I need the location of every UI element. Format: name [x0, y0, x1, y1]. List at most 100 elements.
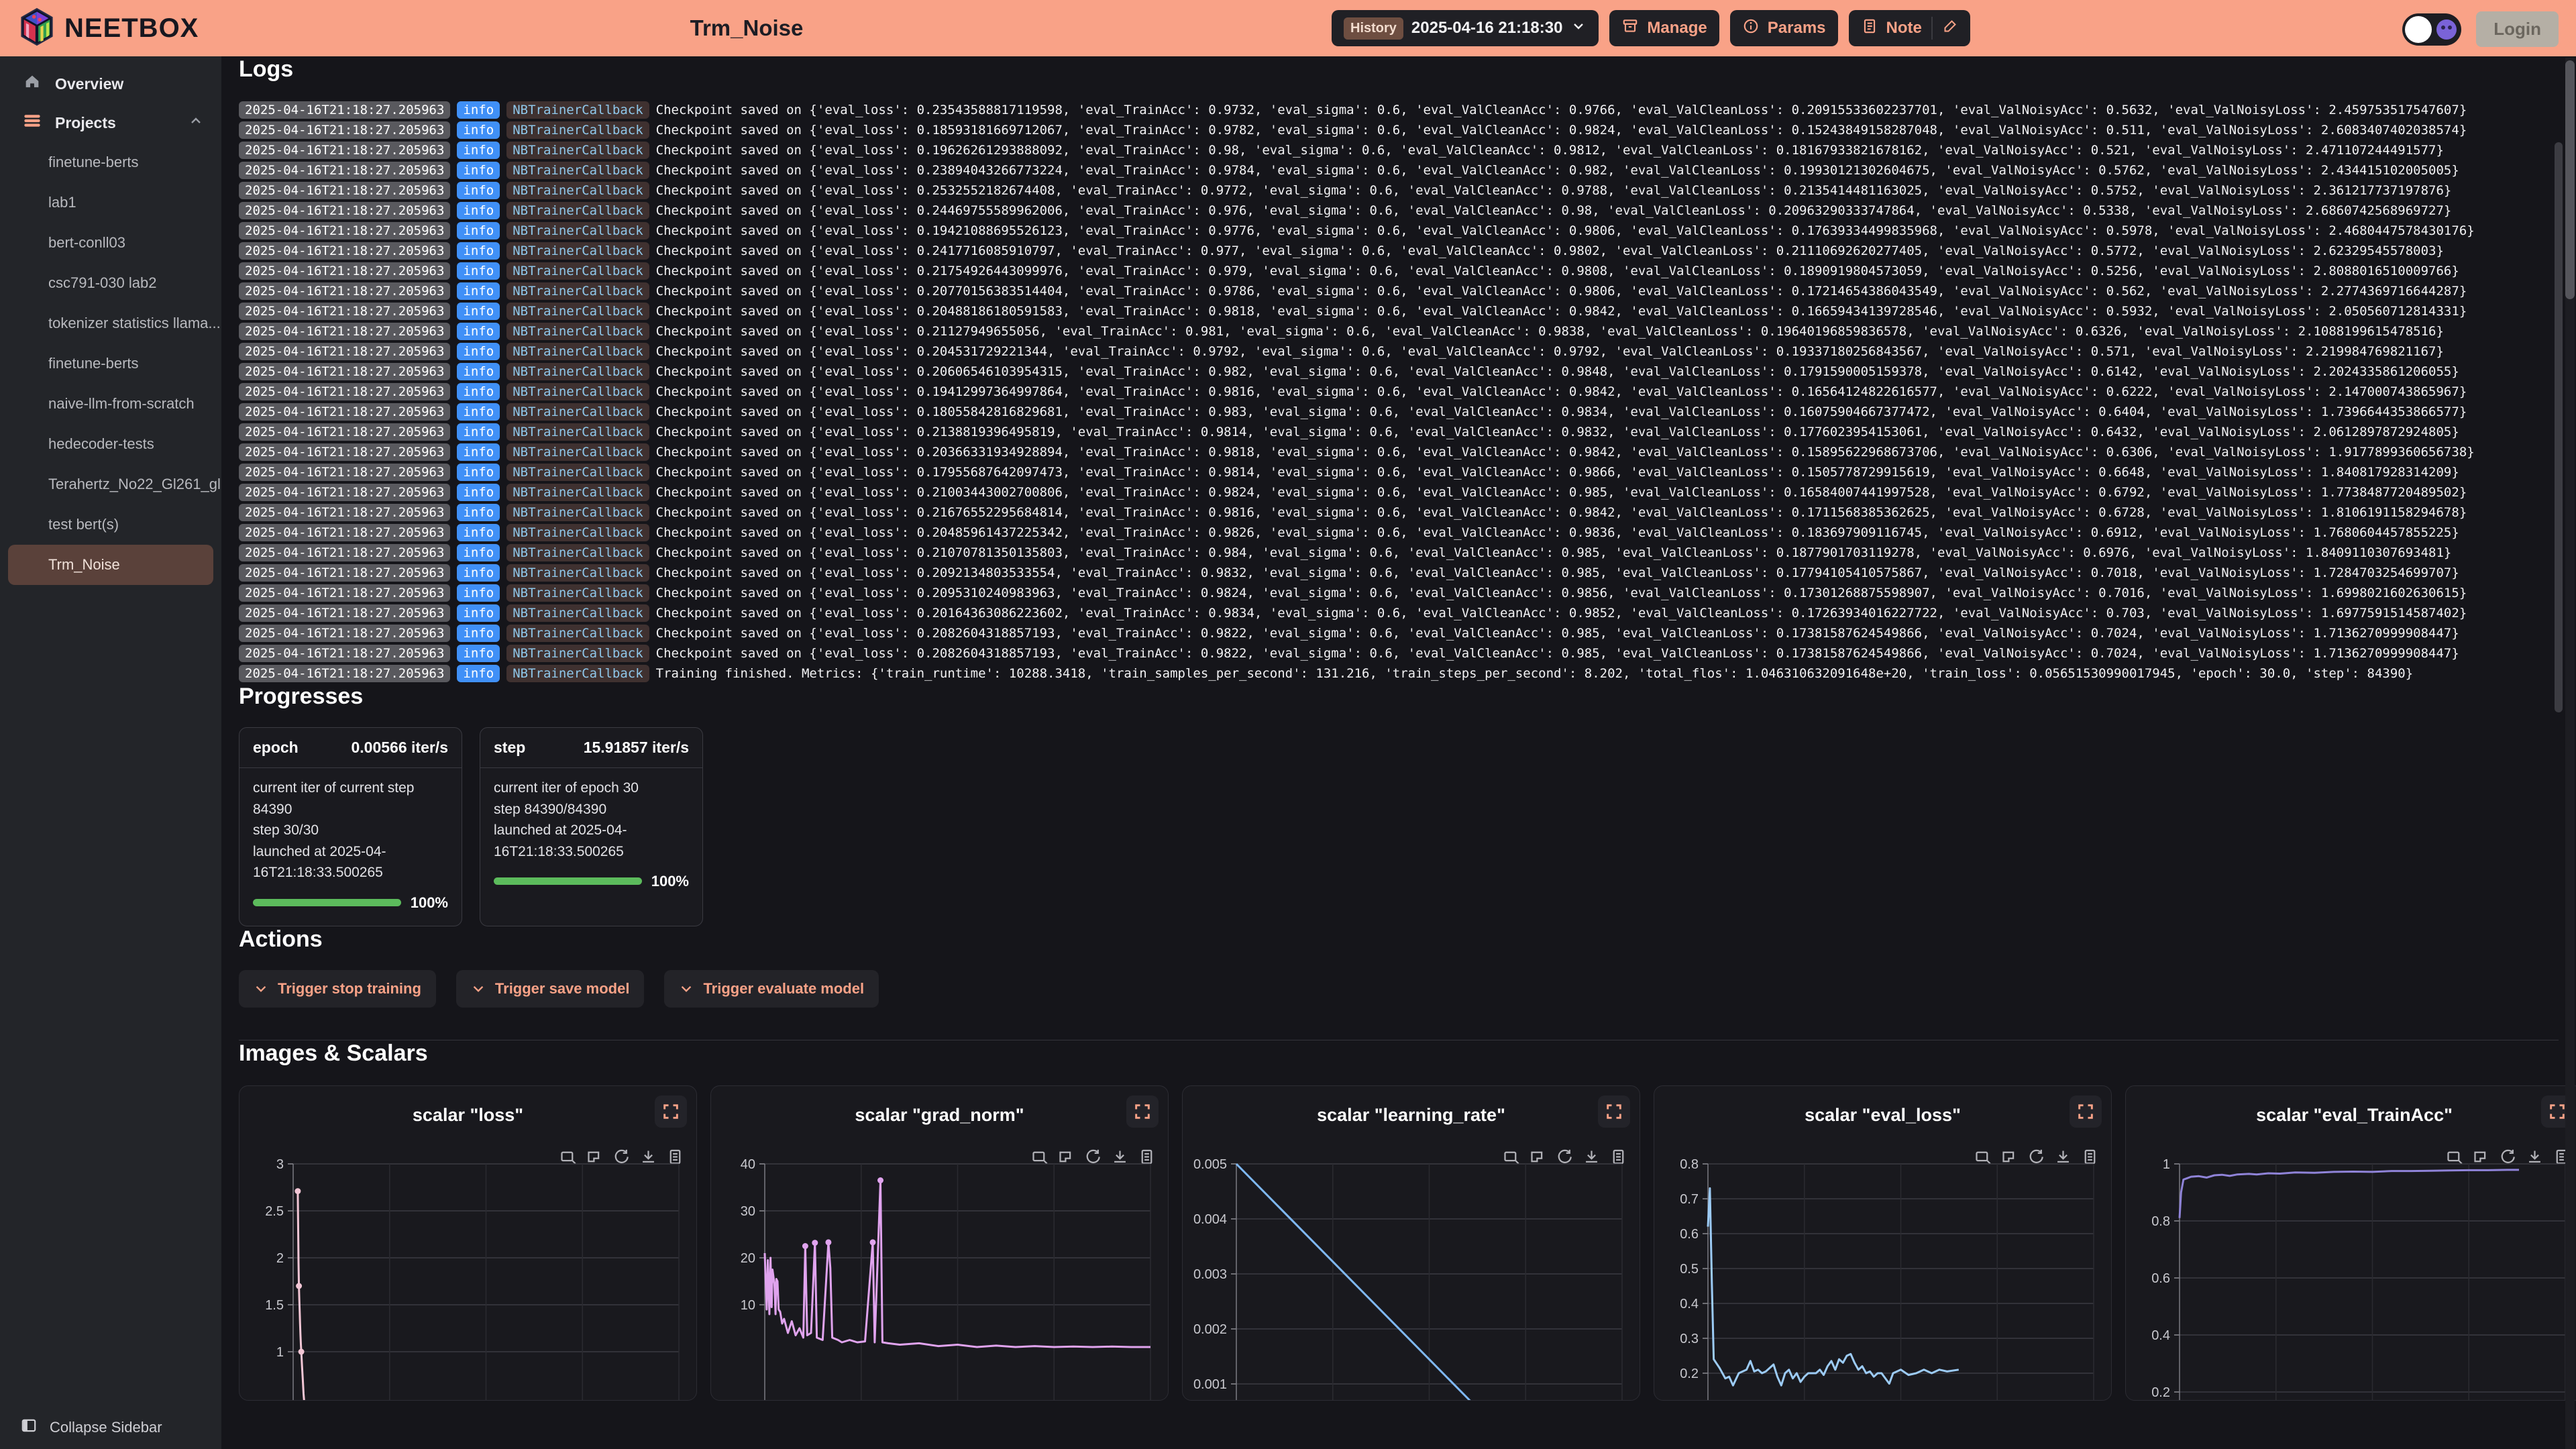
log-level-badge: info: [457, 484, 500, 501]
sidebar-project-item[interactable]: csc791-030 lab2: [0, 263, 221, 303]
log-source-badge: NBTrainerCallback: [506, 625, 649, 642]
chart-plot[interactable]: 10.80.60.40.2: [2126, 1157, 2576, 1401]
expand-chart-button[interactable]: [2070, 1095, 2102, 1128]
log-row: 2025-04-16T21:18:27.205963 info NBTraine…: [239, 180, 2559, 201]
expand-chart-button[interactable]: [1126, 1095, 1159, 1128]
log-level-badge: info: [457, 383, 500, 400]
svg-text:0.002: 0.002: [1193, 1322, 1227, 1337]
log-source-badge: NBTrainerCallback: [506, 544, 649, 561]
log-row: 2025-04-16T21:18:27.205963 info NBTraine…: [239, 301, 2559, 321]
log-source-badge: NBTrainerCallback: [506, 665, 649, 682]
progress-card-epoch: epoch 0.00566 iter/s current iter of cur…: [239, 727, 462, 926]
log-message: Checkpoint saved on {'eval_loss': 0.2389…: [656, 163, 2459, 178]
log-row: 2025-04-16T21:18:27.205963 info NBTraine…: [239, 563, 2559, 583]
chevron-up-icon[interactable]: [188, 113, 204, 133]
project-list: finetune-bertslab1bert-conll03csc791-030…: [0, 142, 221, 585]
manage-button[interactable]: Manage: [1609, 10, 1719, 46]
log-timestamp-badge: 2025-04-16T21:18:27.205963: [239, 343, 450, 360]
trigger-evaluate-model-button[interactable]: Trigger evaluate model: [664, 970, 879, 1008]
log-row: 2025-04-16T21:18:27.205963 info NBTraine…: [239, 321, 2559, 341]
sidebar-project-item[interactable]: finetune-berts: [0, 343, 221, 384]
log-level-badge: info: [457, 564, 500, 582]
log-level-badge: info: [457, 202, 500, 219]
log-timestamp-badge: 2025-04-16T21:18:27.205963: [239, 665, 450, 682]
log-level-badge: info: [457, 282, 500, 300]
sidebar-project-item[interactable]: naive-llm-from-scratch: [0, 384, 221, 424]
log-message: Checkpoint saved on {'eval_loss': 0.2100…: [656, 485, 2467, 500]
chevron-down-icon: [679, 981, 694, 996]
sidebar-project-item[interactable]: Trm_Noise: [8, 545, 213, 585]
log-row: 2025-04-16T21:18:27.205963 info NBTraine…: [239, 603, 2559, 623]
log-message: Checkpoint saved on {'eval_loss': 0.2048…: [656, 304, 2467, 319]
svg-text:0.6: 0.6: [2151, 1271, 2170, 1286]
sidebar-item-overview[interactable]: Overview: [0, 64, 221, 103]
log-message: Checkpoint saved on {'eval_loss': 0.2417…: [656, 244, 2444, 258]
log-level-badge: info: [457, 544, 500, 561]
log-row: 2025-04-16T21:18:27.205963 info NBTraine…: [239, 422, 2559, 442]
sidebar-project-item[interactable]: finetune-berts: [0, 142, 221, 182]
log-timestamp-badge: 2025-04-16T21:18:27.205963: [239, 142, 450, 159]
chart-plot[interactable]: 40302010: [711, 1157, 1169, 1401]
expand-chart-button[interactable]: [1598, 1095, 1630, 1128]
note-label: Note: [1886, 19, 1922, 38]
chart-plot[interactable]: 0.80.70.60.50.40.30.2: [1654, 1157, 2112, 1401]
sidebar-project-item[interactable]: Terahertz_No22_Gl261_gl...: [0, 464, 221, 504]
scalar-chart-card-grad_norm: scalar "grad_norm" 40302010: [710, 1085, 1169, 1401]
svg-text:0.4: 0.4: [2151, 1328, 2170, 1343]
info-circle-icon: [1742, 17, 1760, 40]
log-level-badge: info: [457, 443, 500, 461]
login-button[interactable]: Login: [2476, 11, 2559, 47]
fullscreen-icon: [2548, 1102, 2567, 1121]
sidebar-project-item[interactable]: test bert(s): [0, 504, 221, 545]
sidebar-project-item[interactable]: hedecoder-tests: [0, 424, 221, 464]
sidebar-project-item[interactable]: tokenizer statistics llama...: [0, 303, 221, 343]
log-row: 2025-04-16T21:18:27.205963 info NBTraine…: [239, 482, 2559, 502]
logo[interactable]: NEETBOX: [19, 7, 199, 50]
page-scrollbar-thumb[interactable]: [2565, 60, 2575, 299]
trigger-stop-training-button[interactable]: Trigger stop training: [239, 970, 436, 1008]
chart-plot[interactable]: 0.0050.0040.0030.0020.001: [1183, 1157, 1640, 1401]
log-list[interactable]: 2025-04-16T21:18:27.205963 info NBTraine…: [239, 100, 2559, 684]
log-row: 2025-04-16T21:18:27.205963 info NBTraine…: [239, 623, 2559, 643]
progress-desc: step 84390/84390: [494, 799, 689, 820]
log-level-badge: info: [457, 262, 500, 280]
log-message: Checkpoint saved on {'eval_loss': 0.1859…: [656, 123, 2467, 138]
log-timestamp-badge: 2025-04-16T21:18:27.205963: [239, 262, 450, 280]
progress-name: step: [494, 739, 525, 757]
chart-plot[interactable]: 32.521.51: [239, 1157, 697, 1401]
divider: [1931, 17, 1933, 40]
sidebar-project-item[interactable]: lab1: [0, 182, 221, 223]
chart-title: scalar "eval_loss": [1654, 1105, 2111, 1126]
log-row: 2025-04-16T21:18:27.205963 info NBTraine…: [239, 100, 2559, 120]
logs-scrollbar-thumb[interactable]: [2555, 142, 2563, 712]
expand-chart-button[interactable]: [655, 1095, 687, 1128]
sidebar-item-projects[interactable]: Projects: [0, 103, 221, 142]
log-source-badge: NBTrainerCallback: [506, 423, 649, 441]
theme-toggle[interactable]: [2402, 13, 2461, 46]
log-source-badge: NBTrainerCallback: [506, 222, 649, 239]
log-timestamp-badge: 2025-04-16T21:18:27.205963: [239, 625, 450, 642]
action-button-label: Trigger evaluate model: [703, 980, 864, 998]
log-level-badge: info: [457, 343, 500, 360]
log-row: 2025-04-16T21:18:27.205963 info NBTraine…: [239, 583, 2559, 603]
scalar-chart-card-eval_loss: scalar "eval_loss" 0.80.70.60.50.40.30.2: [1654, 1085, 2112, 1401]
svg-text:0.8: 0.8: [2151, 1214, 2170, 1229]
trigger-save-model-button[interactable]: Trigger save model: [456, 970, 645, 1008]
log-timestamp-badge: 2025-04-16T21:18:27.205963: [239, 423, 450, 441]
collapse-sidebar-button[interactable]: Collapse Sidebar: [20, 1417, 162, 1438]
svg-text:0.2: 0.2: [1680, 1366, 1699, 1381]
sidebar-project-item[interactable]: bert-conll03: [0, 223, 221, 263]
log-level-badge: info: [457, 363, 500, 380]
log-timestamp-badge: 2025-04-16T21:18:27.205963: [239, 604, 450, 622]
edit-pencil-icon[interactable]: [1942, 18, 1958, 39]
log-message: Checkpoint saved on {'eval_loss': 0.1805…: [656, 405, 2467, 419]
log-source-badge: NBTrainerCallback: [506, 162, 649, 179]
note-button-group[interactable]: Note: [1849, 10, 1970, 46]
log-timestamp-badge: 2025-04-16T21:18:27.205963: [239, 101, 450, 119]
log-level-badge: info: [457, 504, 500, 521]
log-timestamp-badge: 2025-04-16T21:18:27.205963: [239, 162, 450, 179]
log-timestamp-badge: 2025-04-16T21:18:27.205963: [239, 464, 450, 481]
history-dropdown[interactable]: History 2025-04-16 21:18:30: [1332, 10, 1599, 46]
log-message: Training finished. Metrics: {'train_runt…: [656, 666, 2414, 681]
params-button[interactable]: Params: [1730, 10, 1838, 46]
